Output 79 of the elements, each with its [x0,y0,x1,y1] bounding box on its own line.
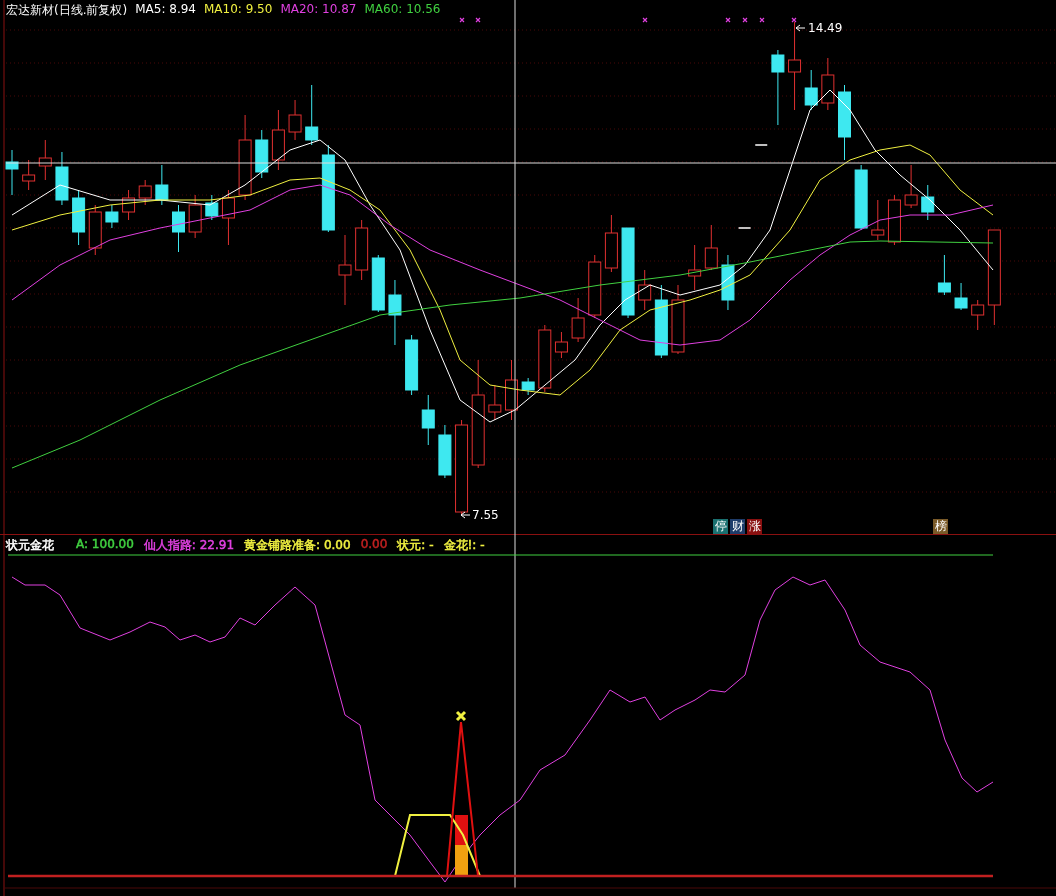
candlestick [55,151,69,206]
candlestick [638,269,652,311]
cross-mark-icon [759,17,765,23]
candlestick [155,164,169,206]
candlestick [505,359,518,421]
candlestick [754,144,768,146]
signal-badge: 停 [713,519,728,534]
signal-badge: 财 [730,519,745,534]
candlestick [671,284,685,355]
candlestick [5,149,19,196]
moving-average-value: MA10: 9.50 [203,2,273,18]
cross-mark-icon [742,17,748,23]
candlestick [821,57,835,111]
candlestick [22,159,36,191]
candlestick [388,279,402,346]
candlestick [604,214,618,273]
candlestick [255,129,269,179]
cross-mark-icon [725,17,731,23]
candlestick [288,99,302,141]
cross-mark-icon [475,17,481,23]
cross-mark-icon [459,17,465,23]
candlestick [521,377,535,396]
candlestick [887,194,901,246]
candlestick [105,204,119,229]
cross-mark-icon [455,710,467,722]
indicator-value: 状元: - [397,537,434,554]
high-price-label: 14.49 [808,21,843,35]
candlestick [971,299,985,331]
candlestick [688,244,702,291]
signal-bar [455,845,468,876]
candlestick [172,204,185,253]
indicator-value: 黄金铺路准备: 0.00 [244,537,351,554]
candlestick [188,194,202,239]
candlestick [88,204,102,256]
candlestick [571,297,585,343]
candlestick [38,139,52,181]
candlestick [371,254,385,313]
candlestick [138,179,152,206]
candlestick [588,254,602,319]
candlestick [904,164,918,209]
cross-mark-icon [642,17,648,23]
stock-title: 宏达新材(日线.前复权) [6,2,128,19]
candlestick [554,331,568,359]
cross-mark-icon [791,17,797,23]
candlestick [338,234,352,306]
candlestick [721,254,735,311]
candlestick [538,324,552,393]
candlestick [438,424,452,479]
signal-badge: 涨 [747,519,762,534]
candlestick [122,189,136,221]
arrow-icon [460,511,471,519]
candlestick [488,384,502,421]
indicator-value: 0.00 [360,537,388,553]
indicator-value: A: 100.00 [76,537,134,553]
moving-average-value: MA60: 10.56 [364,2,441,18]
moving-average-value: MA5: 8.94 [135,2,196,18]
candlestick [921,184,935,221]
candlestick [704,224,718,271]
indicator-title: 状元金花 [6,537,54,554]
low-price-label: 7.55 [472,508,499,522]
candlestick [355,219,369,281]
candlestick [221,189,235,246]
indicator-value: 金花!: - [443,537,485,554]
candlestick [854,164,868,231]
candlestick [271,109,285,171]
candlestick [737,227,752,229]
candlestick [72,189,86,246]
candlestick [871,199,885,241]
candlestick [205,194,219,221]
candlestick [804,69,818,111]
candlestick [954,282,968,311]
candlestick [305,84,319,146]
signal-badge: 榜 [933,519,948,534]
candlestick [405,334,419,396]
arrow-icon [795,24,806,32]
moving-average-value: MA20: 10.87 [280,2,357,18]
candlestick [421,394,435,446]
candlestick [937,254,951,296]
indicator-value: 仙人指路: 22.91 [143,537,235,554]
